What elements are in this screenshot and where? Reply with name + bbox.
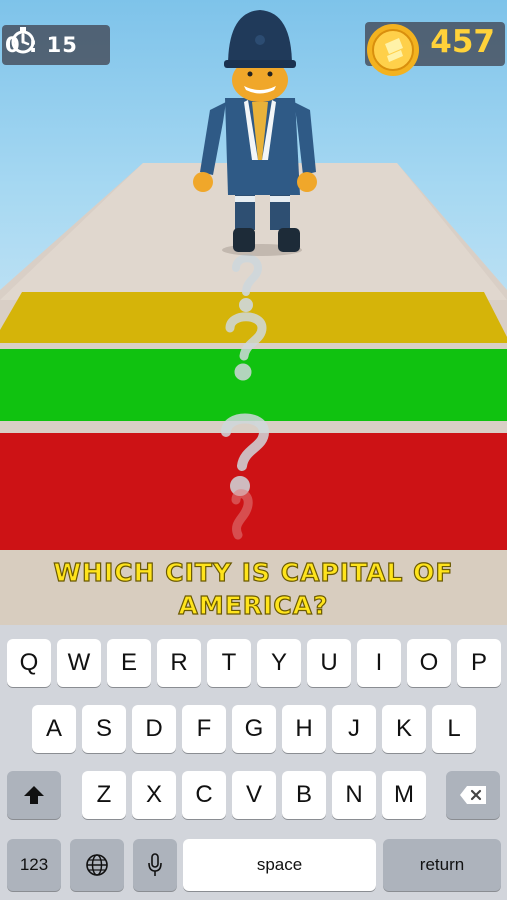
question-line-1: WHICH CITY IS CAPITAL OF bbox=[53, 557, 454, 587]
backspace-key[interactable] bbox=[446, 771, 500, 819]
key-t[interactable]: T bbox=[207, 639, 251, 687]
microphone-key[interactable] bbox=[133, 839, 177, 891]
key-e[interactable]: E bbox=[107, 639, 151, 687]
key-f[interactable]: F bbox=[182, 705, 226, 753]
timer: 0 : 15 bbox=[2, 25, 110, 65]
key-k[interactable]: K bbox=[382, 705, 426, 753]
coin-count: 457 bbox=[430, 24, 495, 60]
question-text: WHICH CITY IS CAPITAL OF AMERICA? bbox=[0, 550, 507, 626]
key-p[interactable]: P bbox=[457, 639, 501, 687]
key-q[interactable]: Q bbox=[7, 639, 51, 687]
key-a[interactable]: A bbox=[32, 705, 76, 753]
key-r[interactable]: R bbox=[157, 639, 201, 687]
shift-key[interactable] bbox=[7, 771, 61, 819]
stopwatch-icon bbox=[11, 27, 35, 54]
key-c[interactable]: C bbox=[182, 771, 226, 819]
key-w[interactable]: W bbox=[57, 639, 101, 687]
key-h[interactable]: H bbox=[282, 705, 326, 753]
key-i[interactable]: I bbox=[357, 639, 401, 687]
numbers-key[interactable]: 123 bbox=[7, 839, 61, 891]
key-n[interactable]: N bbox=[332, 771, 376, 819]
key-x[interactable]: X bbox=[132, 771, 176, 819]
backspace-icon bbox=[460, 786, 486, 804]
microphone-icon bbox=[148, 853, 162, 876]
key-o[interactable]: O bbox=[407, 639, 451, 687]
key-z[interactable]: Z bbox=[82, 771, 126, 819]
key-m[interactable]: M bbox=[382, 771, 426, 819]
return-key[interactable]: return bbox=[383, 839, 501, 891]
key-y[interactable]: Y bbox=[257, 639, 301, 687]
coin-icon bbox=[367, 24, 419, 76]
space-key[interactable]: space bbox=[183, 839, 376, 891]
key-v[interactable]: V bbox=[232, 771, 276, 819]
shift-icon bbox=[24, 786, 44, 804]
key-u[interactable]: U bbox=[307, 639, 351, 687]
game-scene: 0 : 15 457 bbox=[0, 0, 507, 625]
key-b[interactable]: B bbox=[282, 771, 326, 819]
key-l[interactable]: L bbox=[432, 705, 476, 753]
key-d[interactable]: D bbox=[132, 705, 176, 753]
question-line-2: AMERICA? bbox=[178, 590, 329, 620]
answer-lane-green[interactable] bbox=[0, 349, 507, 421]
coin-counter: 457 bbox=[365, 22, 505, 76]
globe-key[interactable] bbox=[70, 839, 124, 891]
key-g[interactable]: G bbox=[232, 705, 276, 753]
runner-track bbox=[0, 10, 507, 625]
key-s[interactable]: S bbox=[82, 705, 126, 753]
on-screen-keyboard: Q W E R T Y U I O P A S D F G H J K L Z … bbox=[0, 625, 507, 900]
key-j[interactable]: J bbox=[332, 705, 376, 753]
globe-icon bbox=[86, 854, 108, 876]
